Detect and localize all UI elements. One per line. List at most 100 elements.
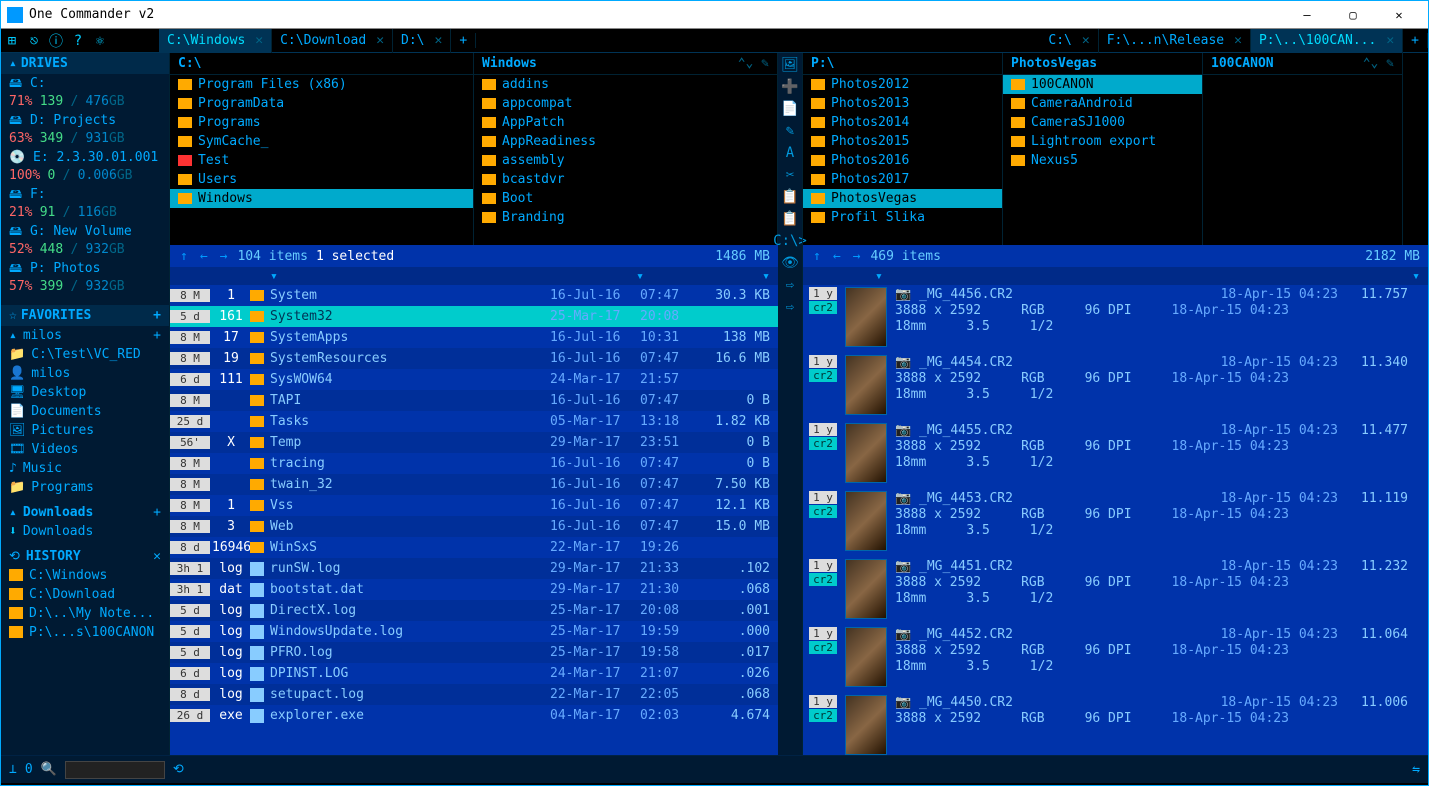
strip-icon[interactable]: ➕	[781, 79, 798, 95]
file-row[interactable]: 6 d111SysWOW6424-Mar-1721:57	[170, 369, 778, 390]
drives-header[interactable]: ▴DRIVES	[1, 53, 169, 74]
right-photo-list[interactable]: 1 ycr2📷 _MG_4456.CR23888 x 2592RGB96 DPI…	[803, 285, 1428, 755]
tab[interactable]: P:\..\100CAN...✕	[1251, 29, 1403, 53]
breadcrumb-item[interactable]: ProgramData	[170, 94, 473, 113]
history-item[interactable]: P:\...s\100CANON	[1, 623, 169, 642]
strip-icon[interactable]: 📄	[781, 101, 798, 117]
breadcrumb-item[interactable]: Program Files (x86)	[170, 75, 473, 94]
minimize-button[interactable]: —	[1284, 2, 1330, 28]
strip-icon[interactable]: 📋	[781, 211, 798, 227]
file-row[interactable]: 56'XTemp29-Mar-1723:510 B	[170, 432, 778, 453]
history-header[interactable]: ⟲HISTORY✕	[1, 547, 169, 566]
tab-close-icon[interactable]: ✕	[435, 33, 443, 48]
file-row[interactable]: 3h 1logrunSW.log29-Mar-1721:33.102	[170, 558, 778, 579]
file-row[interactable]: 8 MTAPI16-Jul-1607:470 B	[170, 390, 778, 411]
photo-row[interactable]: 1 ycr2📷 _MG_4451.CR23888 x 2592RGB96 DPI…	[803, 557, 1428, 625]
tab[interactable]: D:\✕	[393, 29, 451, 53]
drive-item[interactable]: 🖴 C:71% 139 / 476GB	[1, 74, 169, 111]
breadcrumb-header[interactable]: P:\	[803, 53, 1002, 75]
file-row[interactable]: 3h 1datbootstat.dat29-Mar-1721:30.068	[170, 579, 778, 600]
back-icon[interactable]: ←	[831, 249, 843, 264]
breadcrumb-item[interactable]: Windows	[170, 189, 473, 208]
breadcrumb-item[interactable]: 100CANON	[1003, 75, 1202, 94]
breadcrumb-item[interactable]: Photos2013	[803, 94, 1002, 113]
favorite-item[interactable]: 📄Documents	[1, 402, 169, 421]
strip-icon[interactable]: ⇨	[786, 277, 794, 293]
breadcrumb-item[interactable]: Nexus5	[1003, 151, 1202, 170]
file-row[interactable]: 8 M3Web16-Jul-1607:4715.0 MB	[170, 516, 778, 537]
add-tab-left[interactable]: +	[451, 33, 476, 48]
breadcrumb-item[interactable]: Photos2012	[803, 75, 1002, 94]
file-row[interactable]: 5 dlogPFRO.log25-Mar-1719:58.017	[170, 642, 778, 663]
breadcrumb-item[interactable]: AppReadiness	[474, 132, 777, 151]
file-row[interactable]: 25 dTasks05-Mar-1713:181.82 KB	[170, 411, 778, 432]
breadcrumb-item[interactable]: Programs	[170, 113, 473, 132]
downloads-header[interactable]: ▴Downloads+	[1, 503, 169, 522]
close-button[interactable]: ✕	[1376, 2, 1422, 28]
breadcrumb-item[interactable]: Photos2014	[803, 113, 1002, 132]
tab-close-icon[interactable]: ✕	[376, 33, 384, 48]
drive-item[interactable]: 🖴 G: New Volume52% 448 / 932GB	[1, 222, 169, 259]
breadcrumb-item[interactable]: PhotosVegas	[803, 189, 1002, 208]
breadcrumb-header[interactable]: C:\	[170, 53, 473, 75]
drive-item[interactable]: 🖴 P: Photos57% 399 / 932GB	[1, 259, 169, 296]
toolbar-icon[interactable]: ?	[67, 30, 89, 52]
file-row[interactable]: 8 M17SystemApps16-Jul-1610:31138 MB	[170, 327, 778, 348]
up-icon[interactable]: ↑	[811, 249, 823, 264]
breadcrumb-item[interactable]: Lightroom export	[1003, 132, 1202, 151]
file-row[interactable]: 8 d16946WinSxS22-Mar-1719:26	[170, 537, 778, 558]
breadcrumb-item[interactable]: Boot	[474, 189, 777, 208]
breadcrumb-header[interactable]: PhotosVegas	[1003, 53, 1202, 75]
breadcrumb-item[interactable]: assembly	[474, 151, 777, 170]
refresh-icon[interactable]: ⟲	[173, 762, 184, 777]
search-icon[interactable]: 🔍	[41, 762, 57, 777]
favorite-item[interactable]: 👤milos	[1, 364, 169, 383]
queue-icon[interactable]: ⊥	[9, 762, 17, 777]
breadcrumb-item[interactable]: CameraAndroid	[1003, 94, 1202, 113]
tab[interactable]: C:\Windows✕	[159, 29, 272, 53]
tab-close-icon[interactable]: ✕	[1386, 33, 1394, 48]
toolbar-icon[interactable]: ⚛	[89, 30, 111, 52]
favorite-item[interactable]: 📁Programs	[1, 478, 169, 497]
fwd-icon[interactable]: →	[851, 249, 863, 264]
tab[interactable]: C:\✕	[1040, 29, 1098, 53]
left-file-list[interactable]: 8 M1System16-Jul-1607:4730.3 KB5 d161Sys…	[170, 285, 778, 755]
favorites-header[interactable]: ☆FAVORITES+	[1, 305, 169, 326]
sync-icon[interactable]: ⇋	[1412, 762, 1420, 777]
toolbar-icon[interactable]: ⊞	[1, 30, 23, 52]
breadcrumb-item[interactable]: Test	[170, 151, 473, 170]
photo-row[interactable]: 1 ycr2📷 _MG_4455.CR23888 x 2592RGB96 DPI…	[803, 421, 1428, 489]
favorite-item[interactable]: 🎞Videos	[1, 440, 169, 459]
file-row[interactable]: 6 dlogDPINST.LOG24-Mar-1721:07.026	[170, 663, 778, 684]
favorite-item[interactable]: 🖥Desktop	[1, 383, 169, 402]
photo-row[interactable]: 1 ycr2📷 _MG_4454.CR23888 x 2592RGB96 DPI…	[803, 353, 1428, 421]
file-row[interactable]: 26 dexeexplorer.exe04-Mar-1702:034.674	[170, 705, 778, 726]
file-row[interactable]: 8 Mtwain_3216-Jul-1607:477.50 KB	[170, 474, 778, 495]
breadcrumb-item[interactable]: Users	[170, 170, 473, 189]
breadcrumb-header[interactable]: 100CANON ⌃⌄ ✎	[1203, 53, 1402, 75]
tab[interactable]: C:\Download✕	[272, 29, 393, 53]
search-input[interactable]	[65, 761, 165, 779]
maximize-button[interactable]: ▢	[1330, 2, 1376, 28]
strip-icon[interactable]: ✎	[786, 123, 794, 139]
breadcrumb-item[interactable]: Photos2016	[803, 151, 1002, 170]
drive-item[interactable]: 🖴 F:21% 91 / 116GB	[1, 185, 169, 222]
drive-item[interactable]: 💿 E: 2.3.30.01.001100% 0 / 0.006GB	[1, 148, 169, 185]
drive-item[interactable]: 🖴 D: Projects63% 349 / 931GB	[1, 111, 169, 148]
favorite-item[interactable]: 🖼Pictures	[1, 421, 169, 440]
breadcrumb-item[interactable]: SymCache_	[170, 132, 473, 151]
strip-icon[interactable]: A	[786, 145, 794, 161]
up-icon[interactable]: ↑	[178, 249, 190, 264]
photo-row[interactable]: 1 ycr2📷 _MG_4450.CR23888 x 2592RGB96 DPI…	[803, 693, 1428, 755]
breadcrumb-item[interactable]: AppPatch	[474, 113, 777, 132]
breadcrumb-item[interactable]: Photos2015	[803, 132, 1002, 151]
breadcrumb-header[interactable]: Windows ⌃⌄ ✎	[474, 53, 777, 75]
breadcrumb-item[interactable]: Profil Slika	[803, 208, 1002, 227]
strip-icon[interactable]: 🖼	[781, 57, 799, 73]
strip-icon[interactable]: ✂	[786, 167, 794, 183]
breadcrumb-item[interactable]: bcastdvr	[474, 170, 777, 189]
favorite-item[interactable]: ♪Music	[1, 459, 169, 478]
back-icon[interactable]: ←	[198, 249, 210, 264]
toolbar-icon[interactable]: ⓘ	[45, 30, 67, 52]
favorite-item[interactable]: 📁C:\Test\VC_RED	[1, 345, 169, 364]
